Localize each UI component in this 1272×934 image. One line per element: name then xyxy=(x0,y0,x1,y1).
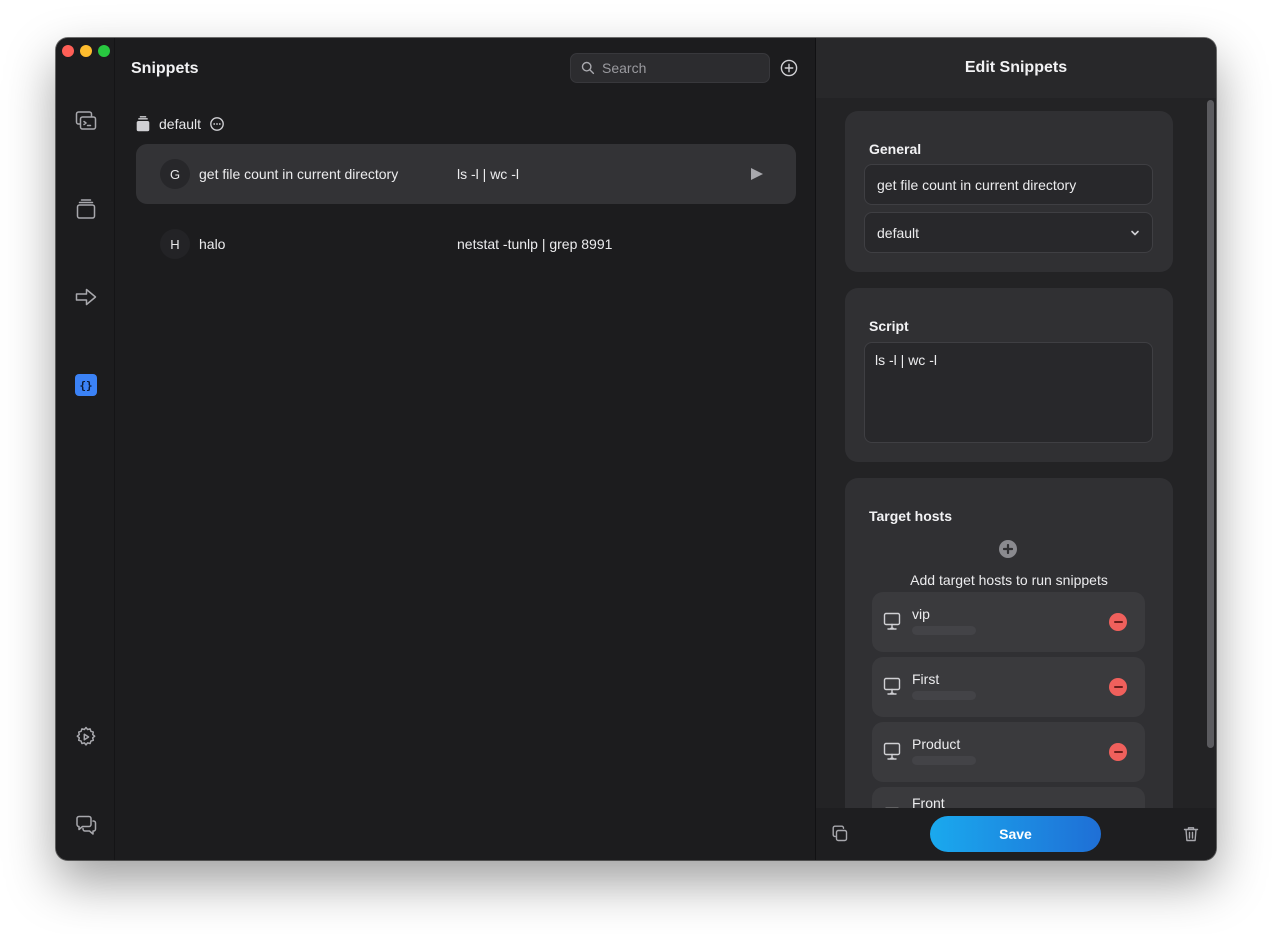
monitor-icon xyxy=(882,611,902,636)
minimize-window-button[interactable] xyxy=(80,45,92,57)
remove-host-button[interactable] xyxy=(1109,613,1127,631)
edit-scroll-area[interactable]: General get file count in current direct… xyxy=(816,98,1216,808)
chevron-down-icon xyxy=(1131,230,1139,236)
sidebar-item-settings[interactable] xyxy=(72,723,100,751)
search-icon xyxy=(581,61,595,75)
host-name: Front xyxy=(912,795,945,808)
close-window-button[interactable] xyxy=(62,45,74,57)
minus-icon xyxy=(1113,621,1123,623)
script-card: Script ls -l | wc -l xyxy=(845,288,1173,462)
target-host-item[interactable]: vip xyxy=(872,592,1145,652)
snippet-name-field[interactable]: get file count in current directory xyxy=(864,164,1153,205)
host-address-placeholder xyxy=(912,626,976,635)
host-name: First xyxy=(912,671,940,687)
snippet-row[interactable]: H halo netstat -tunlp | grep 8991 xyxy=(136,214,796,274)
more-options-icon[interactable] xyxy=(210,117,224,131)
target-host-item[interactable]: Product xyxy=(872,722,1145,782)
page-title: Snippets xyxy=(131,60,199,77)
play-icon xyxy=(751,168,763,180)
group-header: default xyxy=(136,116,224,132)
host-address-placeholder xyxy=(912,756,976,765)
sidebar-item-hosts[interactable] xyxy=(72,107,100,135)
host-name: vip xyxy=(912,606,930,622)
monitor-icon xyxy=(882,741,902,766)
general-card: General get file count in current direct… xyxy=(845,111,1173,272)
target-hosts-card: Target hosts Add target hosts to run sni… xyxy=(845,478,1173,808)
group-stack-icon xyxy=(136,116,150,132)
snippet-avatar: H xyxy=(160,229,190,259)
sidebar-item-port-forwarding[interactable] xyxy=(72,283,100,311)
host-address-placeholder xyxy=(912,691,976,700)
snippet-name: halo xyxy=(199,236,226,252)
delete-button[interactable] xyxy=(1182,825,1200,843)
add-hosts-hint: Add target hosts to run snippets xyxy=(910,572,1108,588)
sidebar-item-keychain[interactable] xyxy=(72,195,100,223)
traffic-lights xyxy=(62,45,110,57)
zoom-window-button[interactable] xyxy=(98,45,110,57)
search-input[interactable] xyxy=(602,60,752,76)
duplicate-button[interactable] xyxy=(831,825,849,843)
group-select[interactable]: default xyxy=(864,212,1153,253)
minus-icon xyxy=(1113,686,1123,688)
run-snippet-button[interactable] xyxy=(750,167,764,181)
edit-footer: Save xyxy=(816,808,1216,860)
target-host-item[interactable]: Front xyxy=(872,787,1145,808)
sidebar-item-snippets[interactable]: {} xyxy=(72,371,100,399)
group-name: default xyxy=(159,116,202,132)
trash-icon xyxy=(1183,827,1199,842)
script-label: Script xyxy=(869,318,909,334)
host-name: Product xyxy=(912,736,961,752)
edit-snippet-pane: Edit Snippets General get file count in … xyxy=(815,38,1216,860)
edit-pane-title: Edit Snippets xyxy=(816,38,1216,98)
snippet-command: ls -l | wc -l xyxy=(457,166,519,182)
add-snippet-button[interactable] xyxy=(780,59,798,77)
plus-icon xyxy=(1003,544,1013,554)
group-select-value: default xyxy=(877,224,920,241)
gear-play-icon xyxy=(76,726,96,746)
sidebar-item-feedback[interactable] xyxy=(72,811,100,839)
snippet-list-pane: Snippets default xyxy=(116,38,815,860)
minus-icon xyxy=(1113,751,1123,753)
remove-host-button[interactable] xyxy=(1109,743,1127,761)
plus-circle-icon xyxy=(780,59,798,77)
copy-icon xyxy=(832,825,848,842)
arrow-forward-icon xyxy=(75,288,97,306)
target-host-item[interactable]: First xyxy=(872,657,1145,717)
scrollbar[interactable] xyxy=(1207,100,1214,748)
monitor-icon xyxy=(882,676,902,701)
snippet-avatar: G xyxy=(160,159,190,189)
sidebar-rail: {} xyxy=(56,38,115,860)
snippet-command: netstat -tunlp | grep 8991 xyxy=(457,236,613,252)
braces-icon: {} xyxy=(75,374,97,396)
general-label: General xyxy=(869,141,922,157)
app-window: {} Snippets Search default G get file co… xyxy=(56,38,1216,860)
save-button[interactable]: Save xyxy=(930,816,1101,852)
target-hosts-label: Target hosts xyxy=(869,508,952,524)
snippet-row-selected[interactable]: G get file count in current directory ls… xyxy=(136,144,796,204)
add-host-button[interactable] xyxy=(999,540,1017,558)
snippet-name: get file count in current directory xyxy=(199,166,399,182)
chat-bubbles-icon xyxy=(76,815,97,835)
remove-host-button[interactable] xyxy=(1109,678,1127,696)
stack-icon xyxy=(76,199,96,219)
search-box[interactable] xyxy=(570,53,770,83)
script-editor[interactable]: ls -l | wc -l xyxy=(864,342,1153,443)
terminal-windows-icon xyxy=(75,111,97,130)
